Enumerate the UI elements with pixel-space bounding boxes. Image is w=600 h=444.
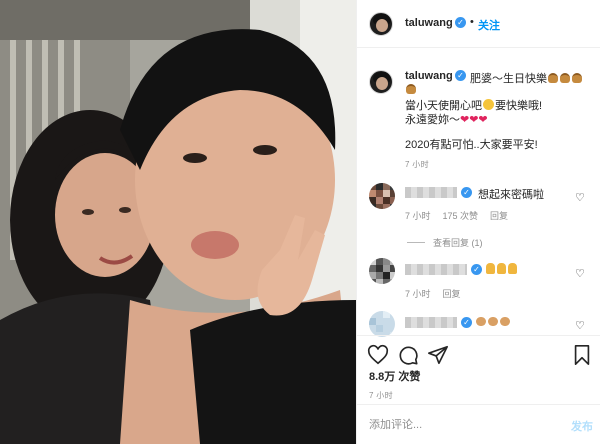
separator-dot: •	[470, 16, 474, 28]
muscle-emoji	[500, 317, 510, 326]
verified-badge-icon: ✓	[471, 264, 482, 275]
reply-link[interactable]: 回复	[443, 289, 461, 299]
verified-badge-icon: ✓	[455, 17, 466, 28]
pray-emoji	[497, 263, 506, 274]
author-avatar[interactable]	[369, 12, 393, 36]
verified-badge-icon: ✓	[461, 317, 472, 328]
comment-meta: 7 小时 回复	[405, 287, 473, 300]
comment-text: 想起來密碼啦	[478, 189, 544, 201]
burger-emoji	[572, 73, 582, 83]
bookmark-icon[interactable]	[571, 344, 593, 366]
share-icon[interactable]	[427, 344, 449, 366]
caption-line-4: 2020有點可怕..大家要平安!	[405, 139, 538, 151]
commenter-avatar[interactable]	[369, 183, 395, 209]
heart-icon[interactable]	[367, 344, 389, 366]
heart-emoji: ❤❤❤	[460, 114, 488, 126]
caption-line-1: 肥婆～生日快樂	[470, 70, 583, 86]
heart-icon[interactable]: ♡	[575, 320, 587, 332]
heart-icon[interactable]: ♡	[575, 192, 587, 204]
comment-text	[476, 316, 512, 328]
reply-link[interactable]: 回复	[490, 211, 508, 221]
muscle-emoji	[476, 317, 486, 326]
caption-avatar[interactable]	[369, 70, 393, 94]
add-comment-bar: 发布	[357, 404, 600, 444]
comment-time[interactable]: 7 小时	[405, 211, 431, 221]
verified-badge-icon: ✓	[455, 70, 466, 81]
caption-time[interactable]: 7 小时	[405, 159, 429, 170]
comment-text	[486, 263, 519, 276]
selfie-image	[0, 0, 356, 444]
burger-emoji	[548, 73, 558, 83]
comment-likes[interactable]: 175 次赞	[443, 211, 479, 221]
burger-emoji	[560, 73, 570, 83]
commenter-avatar[interactable]	[369, 311, 395, 337]
view-replies-link[interactable]: 查看回复 (1)	[407, 236, 483, 249]
comment-input[interactable]	[369, 417, 549, 433]
burger-emoji	[406, 84, 416, 94]
commenter-username-blurred[interactable]	[405, 317, 457, 328]
commenter-avatar[interactable]	[369, 258, 395, 284]
commenter-username-blurred[interactable]	[405, 187, 457, 198]
caption-username[interactable]: taluwang	[405, 70, 453, 82]
verified-badge-icon: ✓	[461, 187, 472, 198]
pray-emoji	[486, 263, 495, 274]
post-time[interactable]: 7 小时	[369, 390, 393, 401]
follow-button[interactable]: 关注	[478, 17, 500, 33]
pray-emoji	[508, 263, 517, 274]
comment-time[interactable]: 7 小时	[405, 289, 431, 299]
caption-line-3: 永遠愛妳～❤❤❤	[405, 114, 488, 126]
heart-icon[interactable]: ♡	[575, 268, 587, 280]
post-sidebar: taluwang ✓ • 关注 taluwang ✓ 肥婆～生日快樂 當小天使開…	[356, 0, 600, 444]
post-header: taluwang ✓ • 关注	[357, 0, 600, 48]
comment-meta: 7 小时 175 次赞 回复	[405, 209, 520, 222]
caption-line-1b	[405, 84, 417, 96]
muscle-emoji	[488, 317, 498, 326]
post-photo	[0, 0, 356, 444]
likes-count[interactable]: 8.8万 次赞	[369, 368, 420, 384]
post-comment-button[interactable]: 发布	[571, 418, 593, 434]
comment-icon[interactable]	[397, 344, 419, 366]
author-username[interactable]: taluwang	[405, 17, 453, 29]
commenter-username-blurred[interactable]	[405, 264, 467, 275]
angel-face-emoji	[483, 99, 494, 110]
